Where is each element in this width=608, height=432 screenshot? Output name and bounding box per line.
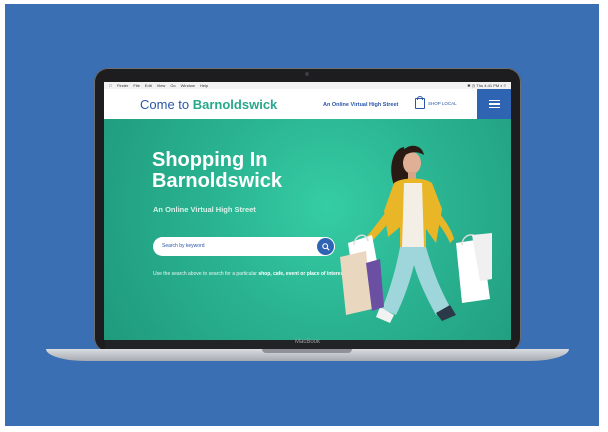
- search-bar: [153, 237, 335, 256]
- laptop-base: [46, 349, 569, 361]
- hero-subtitle: An Online Virtual High Street: [153, 205, 256, 214]
- menubar-item-window[interactable]: Window: [181, 83, 195, 88]
- apple-icon[interactable]: : [109, 83, 112, 88]
- hamburger-icon-line: [488, 106, 500, 109]
- hero-banner: Shopping In Barnoldswick An Online Virtu…: [104, 119, 511, 340]
- search-icon: [321, 242, 330, 251]
- shop-local-link[interactable]: SHOP LOCAL: [415, 96, 457, 109]
- search-hint: Use the search above to search for a par…: [153, 271, 353, 278]
- search-hint-text: Use the search above to search for a par…: [153, 271, 259, 277]
- site-header: Come to Barnoldswick An Online Virtual H…: [104, 89, 511, 119]
- hero-title: Shopping In Barnoldswick: [152, 149, 283, 192]
- background:  Finder File Edit View Go Window Help ✱…: [5, 4, 599, 426]
- menubar-item-edit[interactable]: Edit: [145, 83, 152, 88]
- shop-local-label: SHOP LOCAL: [428, 101, 457, 106]
- device-label: MacBook: [294, 339, 320, 345]
- shopping-bag-icon: [415, 96, 425, 109]
- search-input[interactable]: [162, 243, 312, 249]
- hamburger-icon-line: [488, 99, 500, 102]
- laptop-screen:  Finder File Edit View Go Window Help ✱…: [104, 82, 511, 340]
- os-menubar:  Finder File Edit View Go Window Help ✱…: [104, 82, 511, 89]
- menubar-status: ✱ ◷ Thu 4:41 PM ⌕ ≡: [467, 83, 506, 88]
- hamburger-icon-line: [488, 103, 500, 105]
- menu-button[interactable]: [477, 89, 511, 119]
- site-logo[interactable]: Come to Barnoldswick: [140, 97, 277, 112]
- menubar-item-finder[interactable]: Finder: [117, 83, 128, 88]
- menubar-item-help[interactable]: Help: [200, 83, 208, 88]
- header-tagline: An Online Virtual High Street: [323, 102, 399, 108]
- menubar-item-file[interactable]: File: [133, 83, 139, 88]
- laptop-chin: MacBook: [105, 339, 510, 349]
- laptop-notch: [262, 349, 352, 353]
- logo-prefix: Come to: [140, 97, 193, 112]
- shopper-image: [340, 145, 492, 323]
- camera-icon: [305, 72, 309, 76]
- menubar-item-go[interactable]: Go: [170, 83, 175, 88]
- laptop-lid:  Finder File Edit View Go Window Help ✱…: [94, 68, 521, 352]
- logo-name: Barnoldswick: [192, 97, 278, 112]
- menubar-item-view[interactable]: View: [157, 83, 166, 88]
